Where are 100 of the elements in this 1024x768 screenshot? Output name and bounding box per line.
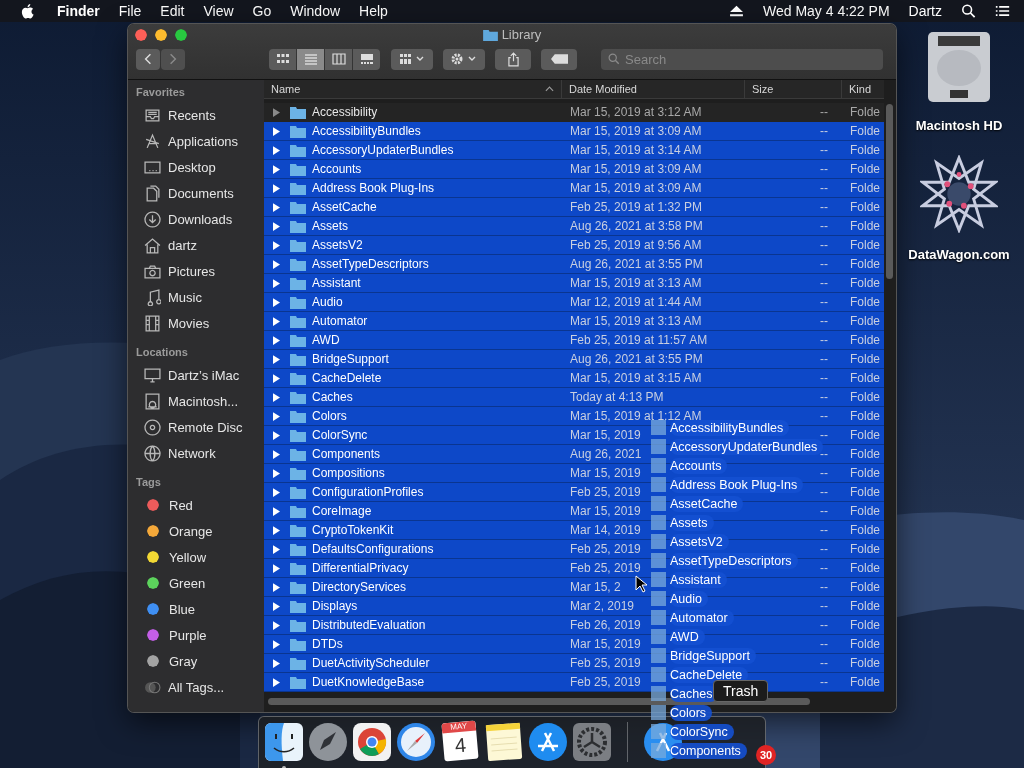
file-row[interactable]: Accessibility Mar 15, 2019 at 3:12 AM -- Folde <box>264 103 884 122</box>
smiling-face-icon[interactable] <box>264 722 304 762</box>
gallery-icon <box>359 53 374 65</box>
sidebar-item[interactable]: Yellow <box>136 544 264 570</box>
file-row[interactable]: AccessoryUpdaterBundles Mar 15, 2019 at 3:14 AM -- Folde <box>264 141 884 160</box>
sidebar-item[interactable]: Downloads <box>136 206 264 232</box>
sidebar-item[interactable]: dartz <box>136 232 264 258</box>
file-row[interactable]: Address Book Plug-Ins Mar 15, 2019 at 3:09 AM -- Folde <box>264 179 884 198</box>
column-header[interactable]: Size <box>745 80 842 98</box>
list-view-button[interactable] <box>297 48 324 70</box>
desktop-icon-label[interactable]: Macintosh HD <box>915 118 1003 133</box>
house-icon <box>144 236 161 254</box>
sidebar-item[interactable]: Remote Disc <box>136 414 264 440</box>
file-row[interactable]: AccessibilityBundles Mar 15, 2019 at 3:09 AM -- Folde <box>264 122 884 141</box>
file-row[interactable]: AssetTypeDescriptors Aug 26, 2021 at 3:55 PM -- Folde <box>264 255 884 274</box>
eject-icon[interactable] <box>728 4 744 18</box>
gear-icon[interactable] <box>572 722 612 762</box>
file-name: DTDs <box>312 637 343 651</box>
menu-item[interactable]: Go <box>252 3 272 19</box>
menu-item[interactable]: Finder <box>57 3 100 19</box>
tag-button[interactable] <box>541 48 577 70</box>
file-row[interactable]: Assistant Mar 15, 2019 at 3:13 AM -- Folde <box>264 274 884 293</box>
sidebar-item[interactable]: Blue <box>136 596 264 622</box>
menu-item[interactable]: File <box>118 3 142 19</box>
file-name: Accessibility <box>312 105 378 119</box>
back-button[interactable] <box>136 48 160 70</box>
sidebar-item[interactable]: All Tags... <box>136 674 264 700</box>
sidebar-item[interactable]: Orange <box>136 518 264 544</box>
file-row[interactable]: AssetsV2 Feb 25, 2019 at 9:56 AM -- Folde <box>264 236 884 255</box>
file-name: Accounts <box>312 162 362 176</box>
file-row[interactable]: CacheDelete Mar 15, 2019 at 3:15 AM -- Folde <box>264 369 884 388</box>
share-button[interactable] <box>495 48 531 70</box>
menu-list-icon[interactable] <box>995 4 1010 18</box>
columns-view-button[interactable] <box>325 48 352 70</box>
sidebar-item[interactable]: Documents <box>136 180 264 206</box>
menu-item[interactable]: Window <box>290 3 341 19</box>
file-row[interactable]: Accounts Mar 15, 2019 at 3:09 AM -- Folde <box>264 160 884 179</box>
size-cell: -- <box>820 409 828 423</box>
column-header[interactable]: Kind <box>842 80 884 98</box>
file-name: Displays <box>312 599 358 613</box>
calendar-icon[interactable]: MAY 4 <box>441 720 479 762</box>
file-row[interactable]: BridgeSupport Aug 26, 2021 at 3:55 PM -- Folde <box>264 350 884 369</box>
file-row[interactable]: AWD Feb 25, 2019 at 11:57 AM -- Folde <box>264 331 884 350</box>
hard-drive-icon[interactable] <box>926 30 992 104</box>
sidebar-item[interactable]: Movies <box>136 310 264 336</box>
file-row[interactable]: Assets Aug 26, 2021 at 3:58 PM -- Folde <box>264 217 884 236</box>
zoom-button[interactable] <box>175 28 187 41</box>
column-header[interactable]: Name <box>264 80 562 98</box>
gallery-view-button[interactable] <box>353 48 380 70</box>
sidebar-item[interactable]: Green <box>136 570 264 596</box>
close-button[interactable] <box>135 28 147 41</box>
file-row[interactable]: AssetCache Feb 25, 2019 at 1:32 PM -- Folde <box>264 198 884 217</box>
search-icon[interactable] <box>961 4 976 18</box>
sidebar-item[interactable]: Pictures <box>136 258 264 284</box>
file-row[interactable]: Automator Mar 15, 2019 at 3:13 AM -- Folde <box>264 312 884 331</box>
grid-view-button[interactable] <box>269 48 296 70</box>
menu-item[interactable]: View <box>203 3 234 19</box>
size-cell: -- <box>820 162 828 176</box>
sidebar-item[interactable]: Applications <box>136 128 264 154</box>
sidebar-item[interactable]: Network <box>136 440 264 466</box>
column-header[interactable]: Date Modified <box>562 80 745 98</box>
browser-icon[interactable] <box>352 722 392 762</box>
date-cell: Feb 25, 2019 <box>570 656 641 670</box>
rocket-icon[interactable] <box>308 722 348 762</box>
a-symbol-icon[interactable] <box>528 722 568 762</box>
desktop-icon-label[interactable]: DataWagon.com <box>908 247 1010 262</box>
sidebar-item[interactable]: Purple <box>136 622 264 648</box>
compass-icon[interactable] <box>396 722 436 762</box>
user-name[interactable]: Dartz <box>908 3 942 19</box>
sidebar-item[interactable]: Red <box>136 492 264 518</box>
minimize-button[interactable] <box>155 28 167 41</box>
sidebar-item[interactable]: Recents <box>136 102 264 128</box>
file-row[interactable]: Audio Mar 12, 2019 at 1:44 AM -- Folde <box>264 293 884 312</box>
apple-icon[interactable] <box>20 2 35 20</box>
group-button[interactable] <box>391 48 433 70</box>
sidebar-item[interactable]: Dartz’s iMac <box>136 362 264 388</box>
date-cell: Mar 15, 2019 at 3:09 AM <box>570 162 702 176</box>
size-cell: -- <box>820 561 828 575</box>
sidebar-item[interactable]: Music <box>136 284 264 310</box>
kind-cell: Folde <box>850 675 881 689</box>
sidebar-item[interactable]: Desktop <box>136 154 264 180</box>
menu-item[interactable]: Edit <box>160 3 185 19</box>
menu-item[interactable]: Help <box>359 3 388 19</box>
kind-cell: Folde <box>850 409 881 423</box>
file-row[interactable]: Caches Today at 4:13 PM -- Folde <box>264 388 884 407</box>
sidebar-item[interactable]: Macintosh... <box>136 388 264 414</box>
notepad-icon[interactable] <box>484 722 524 762</box>
globe-icon <box>144 444 161 462</box>
star-pattern-icon[interactable] <box>920 155 998 233</box>
kind-cell: Folde <box>850 314 881 328</box>
clock[interactable]: Wed May 4 4:22 PM <box>762 3 890 19</box>
kind-cell: Folde <box>850 599 881 613</box>
vertical-scrollbar[interactable] <box>886 104 893 279</box>
kind-cell: Folde <box>850 428 881 442</box>
monitor-icon <box>144 366 161 384</box>
search-field[interactable]: Search <box>601 48 883 70</box>
calendar-month: MAY <box>441 720 477 734</box>
sidebar-item[interactable]: Gray <box>136 648 264 674</box>
action-button[interactable] <box>443 48 485 70</box>
tag-icon <box>550 54 568 64</box>
